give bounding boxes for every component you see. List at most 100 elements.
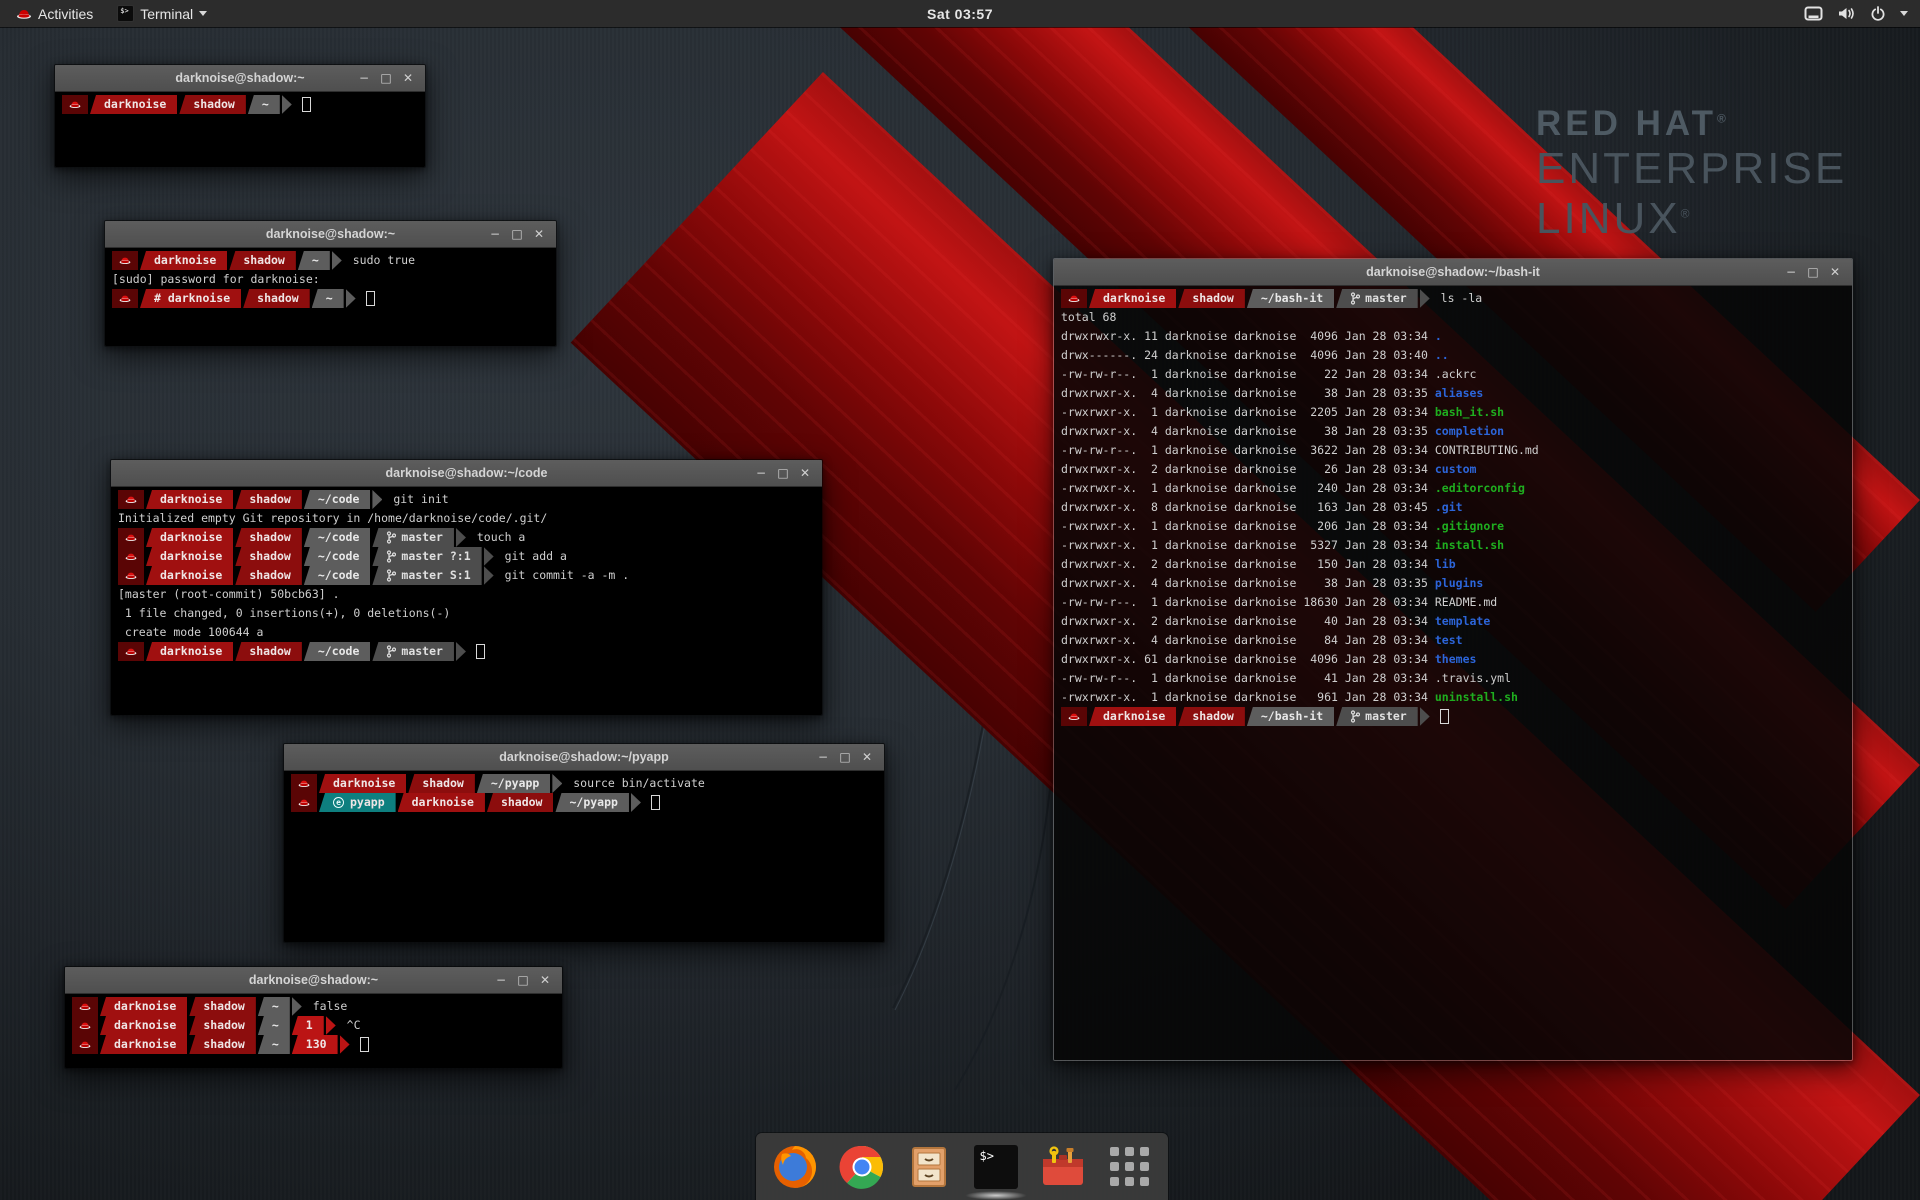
maximize-button[interactable]: □ bbox=[508, 225, 526, 243]
terminal-cursor[interactable] bbox=[651, 795, 660, 810]
dock-firefox-icon[interactable] bbox=[772, 1144, 818, 1190]
prompt-segment-user: darknoise bbox=[146, 528, 233, 547]
prompt-segment-path: ~/code bbox=[304, 528, 371, 547]
redhat-prompt-icon bbox=[119, 256, 131, 265]
terminal-content[interactable]: darknoiseshadow~/code git initInitialize… bbox=[111, 487, 822, 715]
ls-row: -rw-rw-r--. 1 darknoise darknoise 18630 … bbox=[1061, 593, 1845, 612]
prompt-segment-user: darknoise bbox=[146, 490, 233, 509]
titlebar[interactable]: darknoise@shadow:~−□✕ bbox=[105, 221, 556, 248]
titlebar[interactable]: darknoise@shadow:~/pyapp−□✕ bbox=[284, 744, 884, 771]
terminal-content[interactable]: darknoiseshadow~ bbox=[55, 92, 425, 167]
system-status-area[interactable] bbox=[1804, 6, 1920, 22]
ls-row: drwxrwxr-x. 2 darknoise darknoise 40 Jan… bbox=[1061, 612, 1845, 631]
app-menu-terminal[interactable]: $> Terminal bbox=[109, 0, 215, 27]
dock-chrome-icon[interactable] bbox=[839, 1144, 885, 1190]
minimize-button[interactable]: − bbox=[1782, 263, 1800, 281]
file-name: test bbox=[1435, 633, 1463, 647]
command-text: git commit -a -m . bbox=[498, 566, 630, 585]
git-branch-icon bbox=[386, 550, 396, 563]
file-name: completion bbox=[1435, 424, 1504, 438]
git-branch-icon bbox=[1350, 292, 1360, 305]
maximize-button[interactable]: □ bbox=[1804, 263, 1822, 281]
terminal-cursor[interactable] bbox=[302, 97, 311, 112]
close-button[interactable]: ✕ bbox=[1826, 263, 1844, 281]
terminal-content[interactable]: darknoiseshadow~/bash-itmaster ls -latot… bbox=[1054, 286, 1852, 1060]
titlebar[interactable]: darknoise@shadow:~−□✕ bbox=[65, 967, 562, 994]
terminal-content[interactable]: darknoiseshadow~ falsedarknoiseshadow~1 … bbox=[65, 994, 562, 1068]
terminal-window-bash-it: darknoise@shadow:~/bash-it−□✕darknoisesh… bbox=[1053, 258, 1853, 1061]
close-button[interactable]: ✕ bbox=[530, 225, 548, 243]
clock[interactable]: Sat 03:57 bbox=[927, 6, 993, 22]
prompt-segment-path: ~ bbox=[258, 1035, 290, 1054]
segment-arrow bbox=[1420, 707, 1430, 726]
prompt-segment-host: shadow bbox=[243, 289, 310, 308]
close-button[interactable]: ✕ bbox=[796, 464, 814, 482]
maximize-button[interactable]: □ bbox=[774, 464, 792, 482]
file-name: uninstall.sh bbox=[1435, 690, 1518, 704]
command-text: sudo true bbox=[346, 251, 415, 270]
file-name: template bbox=[1435, 614, 1490, 628]
file-name: lib bbox=[1435, 557, 1456, 571]
segment-arrow bbox=[631, 793, 641, 812]
dock: $> bbox=[756, 1133, 1168, 1200]
prompt-segment-hat bbox=[1061, 289, 1087, 308]
prompt-segment-exit: 130 bbox=[292, 1035, 338, 1054]
redhat-prompt-icon bbox=[69, 100, 81, 109]
minimize-button[interactable]: − bbox=[492, 971, 510, 989]
segment-arrow bbox=[326, 1016, 336, 1035]
prompt-segment-hat bbox=[118, 566, 144, 585]
terminal-cursor[interactable] bbox=[360, 1037, 369, 1052]
dock-app-grid-button[interactable] bbox=[1107, 1144, 1153, 1190]
prompt-segment-user: darknoise bbox=[146, 566, 233, 585]
terminal-cursor[interactable] bbox=[476, 644, 485, 659]
titlebar[interactable]: darknoise@shadow:~/bash-it−□✕ bbox=[1054, 259, 1852, 286]
minimize-button[interactable]: − bbox=[814, 748, 832, 766]
prompt-segment-git: master S:1 bbox=[372, 566, 481, 585]
maximize-button[interactable]: □ bbox=[836, 748, 854, 766]
minimize-button[interactable]: − bbox=[486, 225, 504, 243]
minimize-button[interactable]: − bbox=[355, 69, 373, 87]
maximize-button[interactable]: □ bbox=[377, 69, 395, 87]
window-title: darknoise@shadow:~/pyapp bbox=[284, 750, 884, 764]
titlebar[interactable]: darknoise@shadow:~−□✕ bbox=[55, 65, 425, 92]
close-button[interactable]: ✕ bbox=[399, 69, 417, 87]
git-branch-icon bbox=[386, 569, 396, 582]
prompt-segment-hat bbox=[118, 547, 144, 566]
prompt-line: darknoiseshadow~/bash-itmaster bbox=[1061, 707, 1845, 726]
close-button[interactable]: ✕ bbox=[536, 971, 554, 989]
prompt-segment-path: ~ bbox=[312, 289, 344, 308]
file-name: install.sh bbox=[1435, 538, 1504, 552]
terminal-app-icon: $> bbox=[117, 5, 134, 22]
prompt-line: darknoiseshadow~ false bbox=[72, 997, 555, 1016]
maximize-button[interactable]: □ bbox=[514, 971, 532, 989]
prompt-line: epyappdarknoiseshadow~/pyapp bbox=[291, 793, 877, 812]
prompt-segment-user: darknoise bbox=[1089, 289, 1176, 308]
terminal-content[interactable]: darknoiseshadow~/pyapp source bin/activa… bbox=[284, 771, 884, 942]
ls-row: -rw-rw-r--. 1 darknoise darknoise 22 Jan… bbox=[1061, 365, 1845, 384]
ls-row: -rwxrwxr-x. 1 darknoise darknoise 2205 J… bbox=[1061, 403, 1845, 422]
prompt-segment-hat bbox=[72, 997, 98, 1016]
prompt-segment-host: shadow bbox=[179, 95, 246, 114]
prompt-segment-git: master bbox=[372, 642, 454, 661]
minimize-button[interactable]: − bbox=[752, 464, 770, 482]
prompt-segment-hat bbox=[291, 774, 317, 793]
prompt-line: darknoiseshadow~/codemaster bbox=[118, 642, 815, 661]
close-button[interactable]: ✕ bbox=[858, 748, 876, 766]
command-text: git add a bbox=[498, 547, 567, 566]
dock-toolbox-icon[interactable] bbox=[1040, 1144, 1086, 1190]
dock-terminal-icon[interactable]: $> bbox=[973, 1144, 1019, 1190]
terminal-cursor[interactable] bbox=[1440, 709, 1449, 724]
dock-files-icon[interactable] bbox=[906, 1144, 952, 1190]
redhat-prompt-icon bbox=[79, 1040, 91, 1049]
command-text: ls -la bbox=[1434, 289, 1482, 308]
ls-row: -rw-rw-r--. 1 darknoise darknoise 41 Jan… bbox=[1061, 669, 1845, 688]
prompt-segment-user: darknoise bbox=[146, 642, 233, 661]
activities-button[interactable]: Activities bbox=[8, 0, 101, 27]
file-name: .travis.yml bbox=[1435, 671, 1511, 685]
prompt-segment-user: darknoise bbox=[146, 547, 233, 566]
titlebar[interactable]: darknoise@shadow:~/code−□✕ bbox=[111, 460, 822, 487]
terminal-cursor[interactable] bbox=[366, 291, 375, 306]
file-name: .ackrc bbox=[1435, 367, 1477, 381]
redhat-prompt-icon bbox=[125, 647, 137, 656]
terminal-content[interactable]: darknoiseshadow~ sudo true[sudo] passwor… bbox=[105, 248, 556, 346]
